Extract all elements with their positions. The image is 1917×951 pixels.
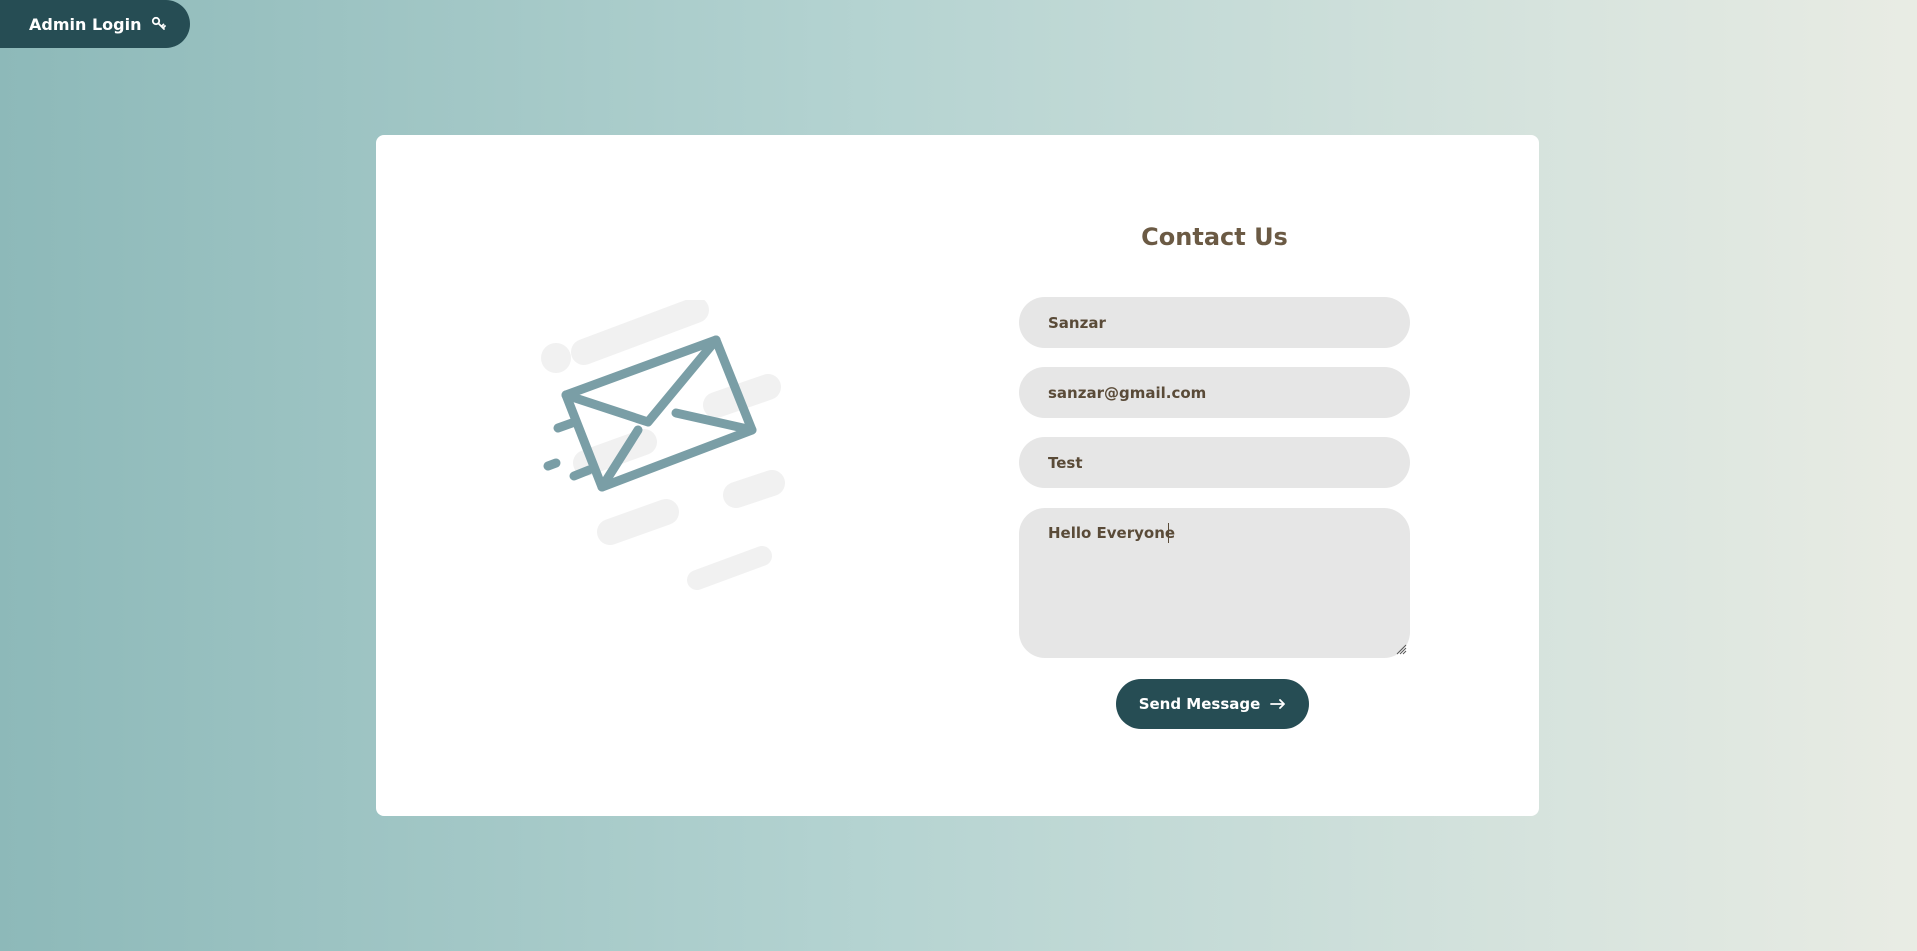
contact-card: Contact Us Hello Everyone Send Message: [376, 135, 1539, 816]
speed-streak-decoration: [541, 300, 785, 590]
resize-handle-icon[interactable]: [1395, 643, 1407, 655]
arrow-right-icon: [1270, 699, 1286, 709]
send-message-button[interactable]: Send Message: [1116, 679, 1309, 729]
admin-login-label: Admin Login: [29, 14, 142, 34]
text-cursor: [1168, 523, 1169, 543]
message-textarea[interactable]: Hello Everyone: [1019, 508, 1410, 658]
admin-login-button[interactable]: Admin Login: [0, 0, 190, 48]
subject-input[interactable]: [1019, 437, 1410, 488]
key-icon: [151, 16, 167, 32]
email-input[interactable]: [1019, 367, 1410, 418]
envelope-illustration: [541, 300, 785, 590]
send-message-label: Send Message: [1138, 695, 1261, 713]
name-input[interactable]: [1019, 297, 1410, 348]
contact-title: Contact Us: [1141, 223, 1288, 251]
